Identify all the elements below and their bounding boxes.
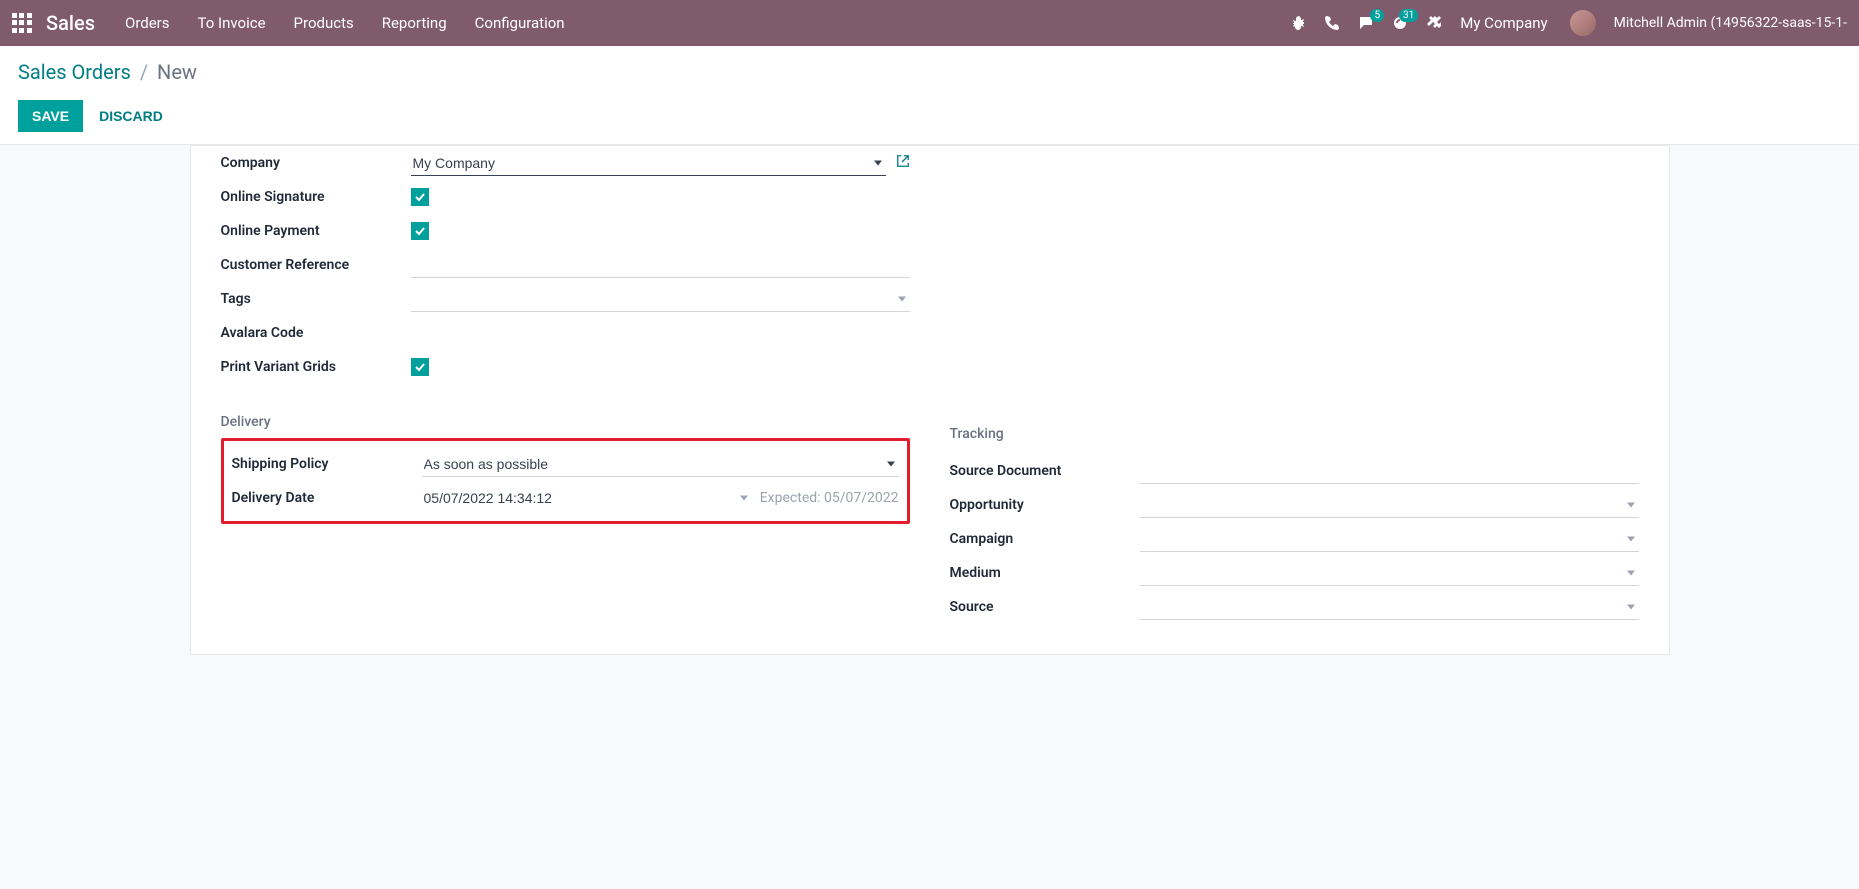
- delivery-date-label: Delivery Date: [232, 490, 422, 506]
- tags-label: Tags: [221, 291, 411, 307]
- medium-label: Medium: [950, 565, 1140, 581]
- left-column: Company Online Signature: [221, 146, 910, 624]
- customer-reference-label: Customer Reference: [221, 257, 411, 273]
- field-campaign: Campaign: [950, 522, 1639, 556]
- nav-configuration[interactable]: Configuration: [475, 14, 565, 32]
- source-label: Source: [950, 599, 1140, 615]
- breadcrumb-sep: /: [140, 60, 148, 84]
- breadcrumb-root[interactable]: Sales Orders: [18, 60, 131, 84]
- external-link-icon[interactable]: [896, 154, 910, 172]
- nav-right: 5 31 My Company Mitchell Admin (14956322…: [1290, 10, 1847, 36]
- right-column: Tracking Source Document Opportunity Ca: [950, 146, 1639, 624]
- nav-orders[interactable]: Orders: [125, 14, 170, 32]
- sheet-wrap: Company Online Signature: [0, 145, 1859, 685]
- messages-icon[interactable]: 5: [1358, 15, 1374, 31]
- opportunity-input[interactable]: [1140, 493, 1639, 518]
- apps-icon[interactable]: [12, 13, 32, 33]
- field-customer-reference: Customer Reference: [221, 248, 910, 282]
- online-signature-checkbox[interactable]: [411, 188, 429, 206]
- nav-reporting[interactable]: Reporting: [382, 14, 447, 32]
- messages-badge: 5: [1370, 9, 1384, 22]
- tools-icon[interactable]: [1426, 15, 1442, 31]
- discard-button[interactable]: DISCARD: [99, 100, 163, 132]
- nav-links: Orders To Invoice Products Reporting Con…: [125, 14, 1290, 32]
- breadcrumb: Sales Orders / New: [18, 60, 1841, 84]
- field-online-payment: Online Payment: [221, 214, 910, 248]
- field-delivery-date: Delivery Date Expected: 05/07/2022: [232, 481, 899, 515]
- medium-input[interactable]: [1140, 561, 1639, 586]
- field-online-signature: Online Signature: [221, 180, 910, 214]
- delivery-date-input[interactable]: [422, 486, 752, 510]
- breadcrumb-current: New: [157, 60, 197, 84]
- shipping-policy-label: Shipping Policy: [232, 456, 422, 472]
- source-document-label: Source Document: [950, 463, 1140, 479]
- source-input[interactable]: [1140, 595, 1639, 620]
- online-payment-checkbox[interactable]: [411, 222, 429, 240]
- view-header: Sales Orders / New SAVE DISCARD: [0, 46, 1859, 145]
- activities-icon[interactable]: 31: [1392, 15, 1408, 31]
- nav-to-invoice[interactable]: To Invoice: [198, 14, 266, 32]
- customer-reference-input[interactable]: [411, 253, 910, 278]
- tracking-group-title: Tracking: [950, 426, 1639, 442]
- activities-badge: 31: [1399, 9, 1418, 22]
- opportunity-label: Opportunity: [950, 497, 1140, 513]
- nav-products[interactable]: Products: [294, 14, 354, 32]
- save-button[interactable]: SAVE: [18, 100, 83, 132]
- field-shipping-policy: Shipping Policy: [232, 447, 899, 481]
- field-opportunity: Opportunity: [950, 488, 1639, 522]
- field-source: Source: [950, 590, 1639, 624]
- company-input[interactable]: [411, 151, 886, 176]
- expected-date-text: Expected: 05/07/2022: [760, 490, 899, 506]
- online-payment-label: Online Payment: [221, 223, 411, 239]
- top-nav: Sales Orders To Invoice Products Reporti…: [0, 0, 1859, 46]
- online-signature-label: Online Signature: [221, 189, 411, 205]
- campaign-label: Campaign: [950, 531, 1140, 547]
- field-medium: Medium: [950, 556, 1639, 590]
- field-tags: Tags: [221, 282, 910, 316]
- company-label: Company: [221, 155, 411, 171]
- field-avalara-code: Avalara Code: [221, 316, 910, 350]
- campaign-input[interactable]: [1140, 527, 1639, 552]
- company-switcher[interactable]: My Company: [1460, 14, 1547, 32]
- highlight-box: Shipping Policy Delivery Date: [221, 438, 910, 524]
- field-source-document: Source Document: [950, 454, 1639, 488]
- form-sheet: Company Online Signature: [190, 145, 1670, 655]
- field-company: Company: [221, 146, 910, 180]
- print-variant-grids-label: Print Variant Grids: [221, 359, 411, 375]
- tags-input[interactable]: [411, 287, 910, 312]
- print-variant-grids-checkbox[interactable]: [411, 358, 429, 376]
- avalara-code-label: Avalara Code: [221, 325, 411, 341]
- phone-icon[interactable]: [1324, 15, 1340, 31]
- avatar[interactable]: [1570, 10, 1596, 36]
- delivery-group-title: Delivery: [221, 414, 910, 430]
- field-print-variant-grids: Print Variant Grids: [221, 350, 910, 384]
- action-buttons: SAVE DISCARD: [18, 100, 1841, 144]
- shipping-policy-select[interactable]: [422, 452, 899, 477]
- user-menu[interactable]: Mitchell Admin (14956322-saas-15-1-: [1614, 15, 1847, 31]
- brand-title[interactable]: Sales: [46, 11, 95, 35]
- bug-icon[interactable]: [1290, 15, 1306, 31]
- source-document-input[interactable]: [1140, 459, 1639, 484]
